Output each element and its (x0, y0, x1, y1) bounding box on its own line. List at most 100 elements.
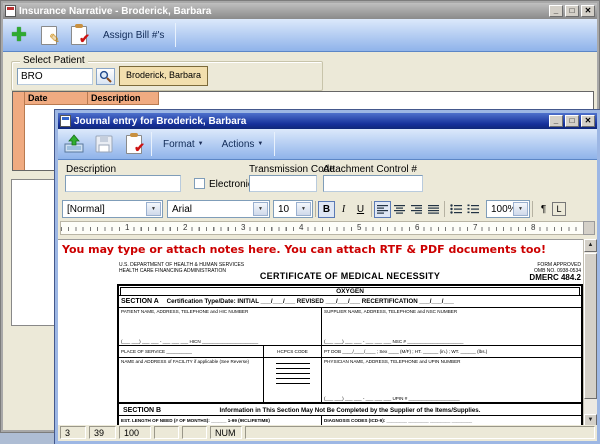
grid-selector-column (13, 92, 25, 170)
paragraph-style-select[interactable]: [Normal] (62, 200, 163, 218)
close-button[interactable]: ✕ (581, 5, 595, 17)
edit-icon: ✎ (41, 26, 57, 45)
vertical-scrollbar[interactable]: ▲ ▼ (583, 239, 597, 427)
status-panel-message (245, 426, 595, 439)
maximize-button[interactable]: □ (565, 5, 579, 17)
journal-toolbar-separator-1 (151, 132, 152, 156)
align-center-icon (394, 205, 405, 214)
verify-narrative-button[interactable]: ✔ (66, 22, 92, 48)
attachment-control-label: Attachment Control # (323, 164, 417, 175)
status-panel-num: NUM (210, 426, 242, 439)
patient-search-button[interactable] (96, 68, 115, 85)
format-separator (371, 201, 372, 217)
actions-menu-button[interactable]: Actions ▼ (215, 131, 271, 157)
status-panel-4 (154, 426, 179, 439)
cmn-form-number: DMERC 484.2 (529, 273, 581, 282)
insurance-toolbar: ✚ ✎ ✔ Assign Bill #'s (3, 19, 597, 52)
font-size-select[interactable]: 10 (273, 200, 313, 218)
clipboard-check-icon: ✔ (71, 26, 87, 45)
zoom-select[interactable]: 100% (486, 200, 530, 218)
attachment-control-input[interactable] (323, 175, 423, 192)
chevron-down-icon: ▼ (198, 141, 204, 147)
numbered-list-button[interactable] (464, 201, 481, 218)
format-menu-button[interactable]: Format ▼ (156, 131, 211, 157)
description-input[interactable] (65, 175, 181, 192)
select-patient-group: Select Patient Broderick, Barbara (11, 61, 323, 91)
minimize-button[interactable]: _ (549, 5, 563, 17)
cmn-supplier-cell: SUPPLIER NAME, ADDRESS, TELEPHONE and NS… (322, 308, 581, 345)
journal-close-button[interactable]: ✕ (581, 115, 595, 127)
description-label: Description (66, 164, 116, 175)
cmn-facility-cell: NAME and ADDRESS of FACILITY if applicab… (119, 358, 264, 402)
journal-toolbar: ✔ Format ▼ Actions ▼ (58, 129, 597, 160)
journal-app-icon (60, 115, 71, 127)
assign-bill-button[interactable]: Assign Bill #'s (96, 22, 171, 48)
cmn-hcpcs-lines-cell (264, 358, 322, 402)
align-justify-button[interactable] (425, 201, 442, 218)
numbered-list-icon (467, 204, 479, 214)
ruler-number: 1 (124, 223, 130, 232)
grid-header-date[interactable]: Date (25, 92, 88, 105)
journal-minimize-button[interactable]: _ (549, 115, 563, 127)
journal-maximize-button[interactable]: □ (565, 115, 579, 127)
format-menu-label: Format (163, 139, 195, 150)
plus-icon: ✚ (11, 26, 27, 45)
grid-header-description[interactable]: Description (88, 92, 159, 105)
select-patient-label: Select Patient (20, 55, 88, 66)
insurance-window-title: Insurance Narrative - Broderick, Barbara (19, 6, 546, 17)
selected-patient-chip: Broderick, Barbara (119, 66, 208, 86)
align-justify-icon (428, 205, 439, 214)
cmn-physician-cell: PHYSICIAN NAME, ADDRESS, TELEPHONE and U… (322, 358, 581, 402)
editor-document-area[interactable]: You may type or attach notes here. You c… (58, 239, 583, 427)
cmn-oxygen-band: OXYGEN (120, 287, 580, 296)
format-separator (444, 201, 445, 217)
cmn-diagnosis-cell: DIAGNOSIS CODES (ICD-9): ________ ______… (322, 416, 581, 425)
journal-fields-panel: Description Electronic Transmission Code… (58, 160, 597, 199)
journal-clipboard-check-icon: ✔ (126, 135, 142, 154)
transmission-code-input[interactable] (249, 175, 317, 192)
journal-status-bar: 3 39 100 % NUM (58, 425, 597, 441)
transmission-code-label: Transmission Code (249, 164, 335, 175)
format-separator (532, 201, 533, 217)
toolbar-separator (175, 23, 176, 47)
show-paragraph-marks-button[interactable]: ¶ (535, 201, 552, 218)
actions-menu-label: Actions (222, 139, 255, 150)
page-layout-button[interactable]: L (552, 202, 566, 216)
align-right-button[interactable] (408, 201, 425, 218)
bold-button[interactable]: B (318, 201, 335, 218)
cmn-hcpcs-cell: HCPCS CODE (264, 346, 322, 357)
ruler-number: 4 (298, 223, 304, 232)
ruler-number: 6 (414, 223, 420, 232)
post-journal-button[interactable]: ✔ (121, 131, 147, 157)
save-button[interactable] (91, 131, 117, 157)
screen: Insurance Narrative - Broderick, Barbara… (0, 0, 600, 444)
magnifier-icon (99, 70, 112, 83)
align-left-button[interactable] (374, 201, 391, 218)
ruler-number: 5 (356, 223, 362, 232)
ruler[interactable]: 1 2 3 4 5 6 7 8 (58, 219, 597, 239)
attach-file-button[interactable] (61, 131, 87, 157)
align-center-button[interactable] (391, 201, 408, 218)
new-narrative-button[interactable]: ✚ (6, 22, 32, 48)
status-panel-zoom: 100 % (119, 426, 151, 439)
journal-window-title: Journal entry for Broderick, Barbara (74, 116, 546, 127)
font-select[interactable]: Arial (167, 200, 270, 218)
insurance-titlebar[interactable]: Insurance Narrative - Broderick, Barbara… (3, 3, 597, 19)
cmn-section-b-header: SECTION B Information in This Section Ma… (119, 403, 581, 416)
patient-search-input[interactable] (17, 68, 93, 85)
journal-titlebar[interactable]: Journal entry for Broderick, Barbara _ □… (58, 113, 597, 129)
format-toolbar: [Normal] Arial 10 B I U (58, 199, 597, 219)
scroll-thumb[interactable] (584, 253, 597, 399)
scroll-up-button[interactable]: ▲ (584, 239, 597, 252)
electronic-checkbox[interactable] (194, 178, 205, 189)
format-separator (315, 201, 316, 217)
ruler-strip: 1 2 3 4 5 6 7 8 (60, 221, 586, 235)
bullet-list-button[interactable] (447, 201, 464, 218)
ruler-number: 3 (240, 223, 246, 232)
status-panel-5 (182, 426, 207, 439)
underline-button[interactable]: U (352, 201, 369, 218)
italic-button[interactable]: I (335, 201, 352, 218)
ruler-number: 8 (530, 223, 536, 232)
edit-narrative-button[interactable]: ✎ (36, 22, 62, 48)
cmn-form: U.S. DEPARTMENT OF HEALTH & HUMAN SERVIC… (117, 262, 583, 427)
